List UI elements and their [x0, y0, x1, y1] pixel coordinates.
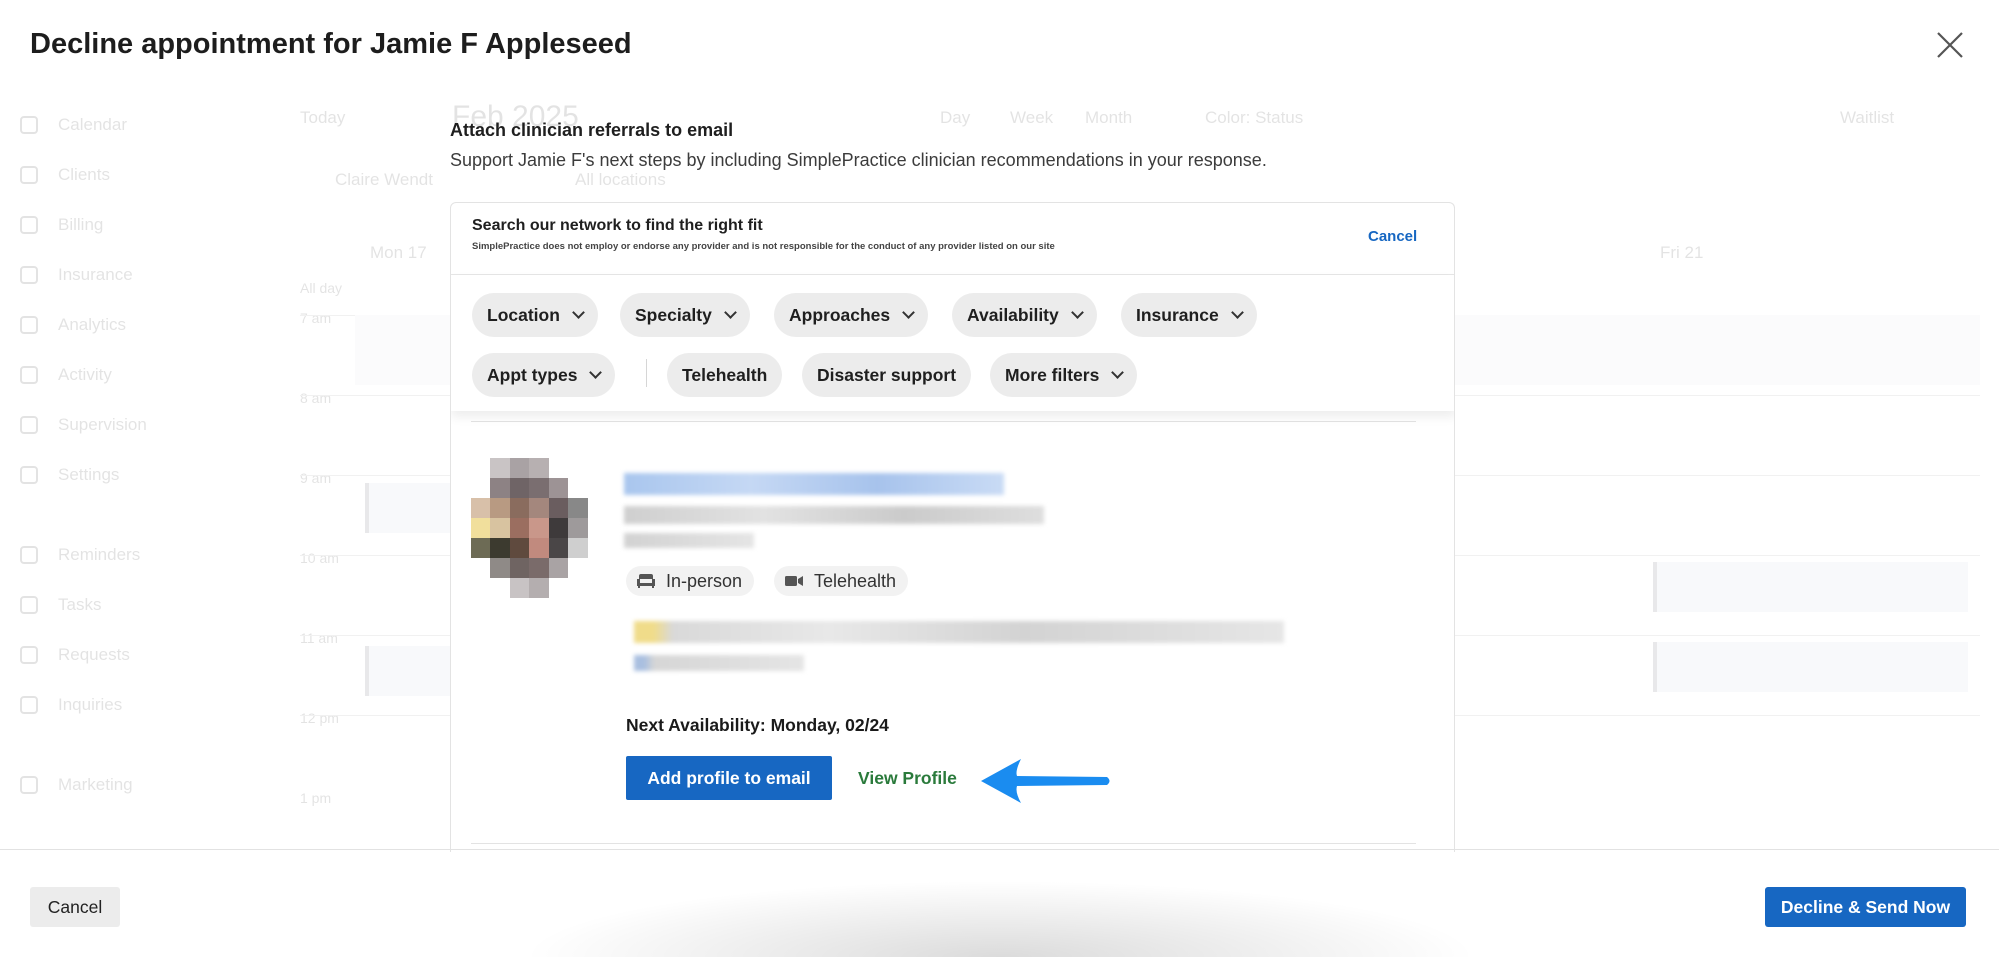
footer-shadow	[520, 880, 1480, 957]
mode-label: In-person	[666, 570, 743, 591]
filter-label: Disaster support	[817, 364, 957, 385]
bg-nav-item: Tasks	[20, 580, 240, 630]
clinician-specialties	[634, 621, 1284, 643]
filter-label: Insurance	[1136, 304, 1219, 325]
filter-label: More filters	[1005, 364, 1100, 385]
bg-nav-item: Marketing	[20, 760, 240, 810]
divider	[471, 421, 1416, 422]
filter-label: Availability	[967, 304, 1059, 325]
filter-label: Telehealth	[682, 364, 768, 385]
filter-approaches[interactable]: Approaches	[774, 293, 929, 337]
mode-label: Telehealth	[814, 570, 897, 591]
search-cancel-button[interactable]: Cancel	[1368, 228, 1417, 245]
filter-label: Appt types	[487, 364, 578, 385]
divider	[471, 843, 1416, 844]
clinician-insurance	[634, 655, 804, 671]
view-profile-link[interactable]: View Profile	[858, 768, 957, 789]
bg-nav-item: Requests	[20, 630, 240, 680]
filter-divider	[646, 359, 647, 387]
bg-nav-item: Activity	[20, 350, 240, 400]
search-header: Search our network to find the right fit…	[451, 203, 1454, 275]
chevron-down-icon	[589, 366, 603, 379]
clinician-name-link[interactable]	[624, 473, 1004, 495]
filter-label: Specialty	[635, 304, 712, 325]
bg-nav-item: Inquiries	[20, 680, 240, 730]
filter-disaster-support[interactable]: Disaster support	[802, 353, 972, 397]
next-availability: Next Availability: Monday, 02/24	[626, 715, 889, 735]
background-sidebar: Calendar Clients Billing Insurance Analy…	[20, 100, 240, 810]
avatar	[471, 458, 607, 598]
video-camera-icon	[785, 576, 803, 586]
chevron-down-icon	[1230, 306, 1244, 319]
cancel-button[interactable]: Cancel	[30, 887, 120, 927]
filter-more-filters[interactable]: More filters	[990, 353, 1138, 397]
attach-title: Attach clinician referrals to email	[450, 120, 734, 140]
footer-divider	[0, 849, 1999, 850]
filter-specialty[interactable]: Specialty	[620, 293, 750, 337]
filter-telehealth[interactable]: Telehealth	[667, 353, 783, 397]
decline-send-now-button[interactable]: Decline & Send Now	[1765, 887, 1966, 927]
clinician-pronouns	[624, 533, 754, 548]
bg-nav-item: Settings	[20, 450, 240, 500]
bg-nav-item: Calendar	[20, 100, 240, 150]
bg-nav-item: Supervision	[20, 400, 240, 450]
dialog-title: Decline appointment for Jamie F Applesee…	[30, 28, 632, 60]
clinician-credentials	[624, 506, 1044, 524]
mode-tag-telehealth: Telehealth	[774, 566, 909, 596]
search-disclaimer: SimplePractice does not employ or endors…	[472, 241, 1055, 252]
mode-tag-in-person: In-person	[626, 566, 755, 596]
attach-subtitle: Support Jamie F's next steps by includin…	[450, 150, 1267, 170]
bg-nav-item: Analytics	[20, 300, 240, 350]
add-profile-to-email-button[interactable]: Add profile to email	[626, 756, 832, 800]
filter-availability[interactable]: Availability	[952, 293, 1097, 337]
filter-insurance[interactable]: Insurance	[1121, 293, 1257, 337]
chevron-down-icon	[1111, 366, 1125, 379]
filter-appt-types[interactable]: Appt types	[472, 353, 616, 397]
bg-nav-item: Insurance	[20, 250, 240, 300]
filter-bar: Location Specialty Approaches Availabili…	[451, 275, 1454, 411]
couch-icon	[637, 574, 655, 588]
search-title: Search our network to find the right fit	[472, 217, 763, 234]
arrow-annotation-icon	[981, 759, 1110, 803]
bg-nav-item: Reminders	[20, 530, 240, 580]
referral-search-card: Search our network to find the right fit…	[450, 202, 1455, 852]
close-icon[interactable]	[1935, 30, 1965, 60]
filter-label: Approaches	[789, 304, 891, 325]
bg-nav-item: Billing	[20, 200, 240, 250]
bg-nav-item: Clients	[20, 150, 240, 200]
filter-location[interactable]: Location	[472, 293, 598, 337]
filter-label: Location	[487, 304, 560, 325]
chevron-down-icon	[902, 306, 916, 319]
chevron-down-icon	[723, 306, 737, 319]
chevron-down-icon	[1070, 306, 1084, 319]
chevron-down-icon	[572, 306, 585, 319]
